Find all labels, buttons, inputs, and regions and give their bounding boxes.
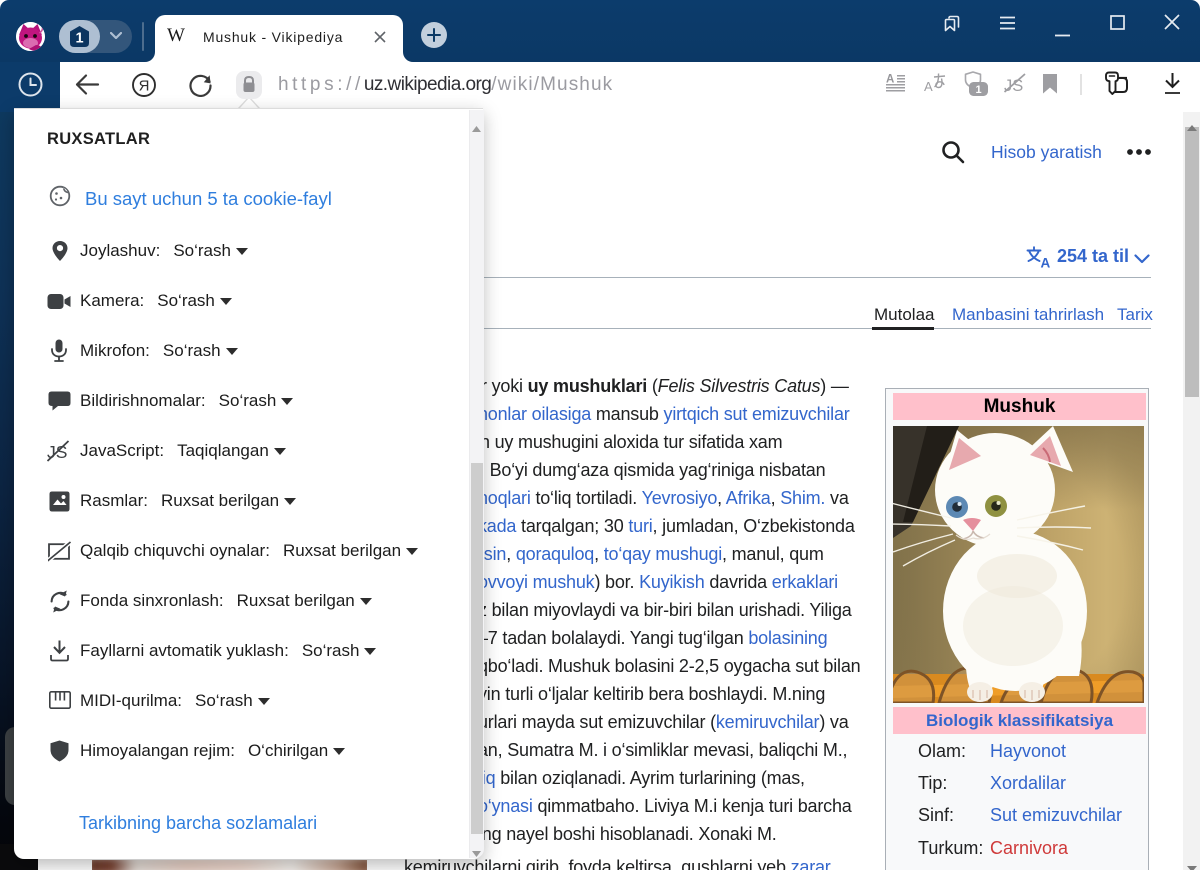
svg-text:JS: JS [1004, 77, 1023, 94]
svg-text:1: 1 [75, 31, 83, 47]
svg-text:Я: Я [139, 77, 150, 94]
svg-text:A: A [1041, 256, 1051, 269]
svg-text:A: A [924, 79, 933, 94]
svg-text:A: A [886, 74, 894, 86]
svg-text:1: 1 [975, 84, 981, 96]
